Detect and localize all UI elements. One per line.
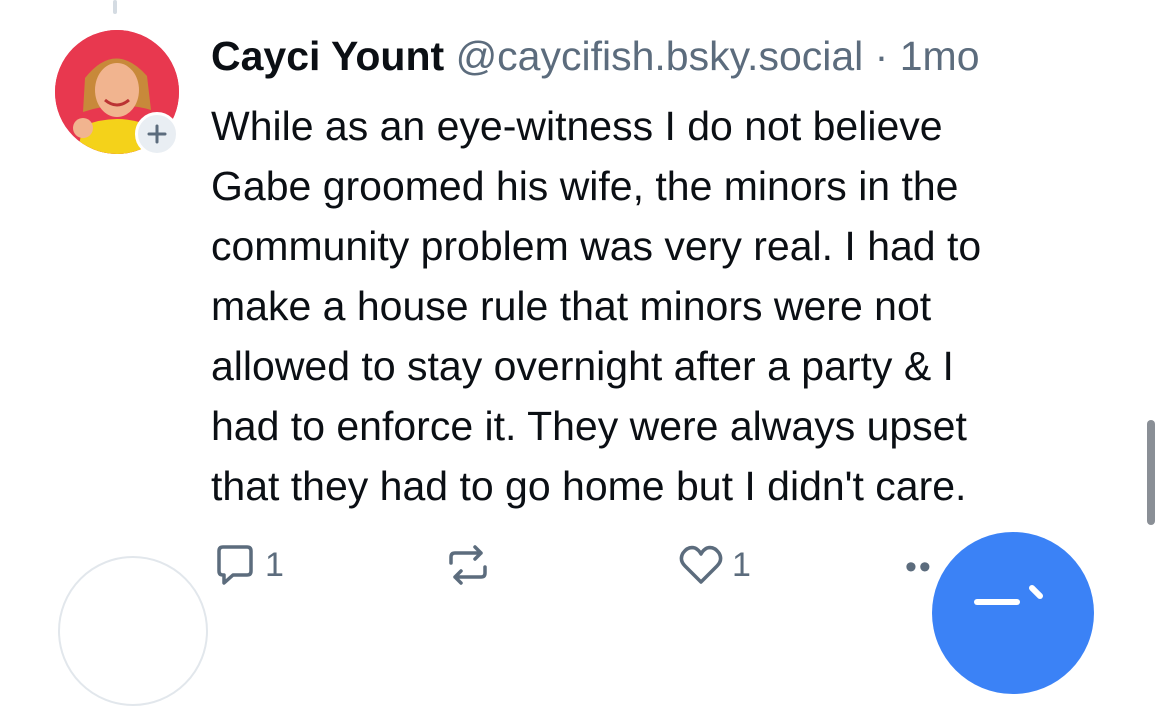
reply-count: 1 bbox=[265, 545, 284, 584]
like-button[interactable]: 1 bbox=[678, 535, 751, 595]
post-header: Cayci Yount @caycifish.bsky.social · 1mo bbox=[211, 30, 980, 82]
reply-icon bbox=[217, 545, 253, 585]
author-handle[interactable]: @caycifish.bsky.social bbox=[456, 33, 864, 79]
scrollbar[interactable] bbox=[1147, 420, 1155, 525]
author-name[interactable]: Cayci Yount bbox=[211, 33, 444, 79]
reply-button[interactable]: 1 bbox=[213, 535, 284, 595]
plus-icon bbox=[147, 124, 167, 144]
heart-icon bbox=[679, 545, 723, 584]
post-timestamp[interactable]: 1mo bbox=[900, 33, 980, 79]
thread-connector-line bbox=[113, 0, 117, 14]
header-separator: · bbox=[874, 33, 889, 79]
like-count: 1 bbox=[732, 545, 751, 584]
next-post-avatar bbox=[58, 556, 208, 706]
more-options-button[interactable]: •• bbox=[905, 548, 933, 587]
post-text: While as an eye-witness I do not believe… bbox=[211, 103, 982, 509]
repost-icon bbox=[449, 545, 487, 585]
follow-button[interactable] bbox=[135, 112, 179, 156]
repost-button[interactable] bbox=[443, 535, 501, 595]
compose-post-button[interactable] bbox=[932, 532, 1094, 694]
compose-icon bbox=[974, 585, 1043, 605]
